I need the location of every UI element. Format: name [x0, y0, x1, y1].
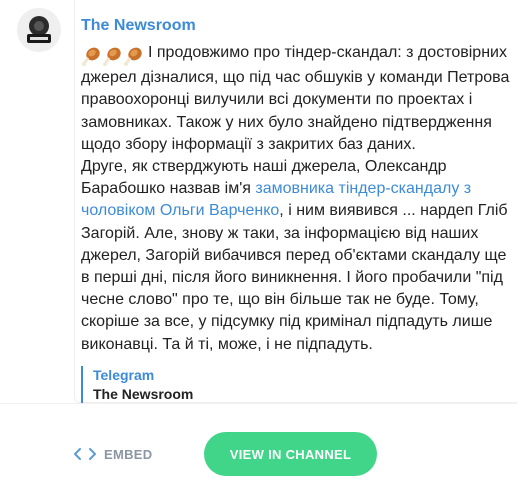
channel-logo-icon [17, 8, 61, 52]
channel-name[interactable]: The Newsroom [81, 16, 196, 36]
view-in-channel-button[interactable]: VIEW IN CHANNEL [204, 432, 377, 476]
paragraph-2-end: , і ним виявився ... нардеп Гліб Загорій… [81, 202, 508, 353]
footer-divider [0, 403, 517, 404]
embed-label: EMBED [104, 446, 153, 462]
message-text: І продовжимо про тіндер-скандал: з досто… [81, 42, 513, 356]
emoji-row [81, 45, 144, 67]
drumstick-icon [82, 47, 100, 66]
code-icon [74, 448, 96, 460]
drumstick-icon [124, 47, 142, 66]
message-paragraph-2: Друге, як стверджують наші джерела, Олек… [81, 156, 513, 356]
link-preview[interactable]: Telegram The Newsroom [81, 366, 193, 404]
drumstick-icon [103, 47, 121, 66]
preview-site-name: Telegram [93, 367, 155, 383]
preview-title: The Newsroom [93, 386, 194, 402]
channel-avatar[interactable] [17, 8, 61, 52]
telegram-post-widget: The Newsroom І продовжимо про тіндер-ска… [0, 0, 517, 487]
message-paragraph-1: І продовжимо про тіндер-скандал: з досто… [81, 44, 510, 153]
embed-button[interactable]: EMBED [74, 442, 152, 466]
